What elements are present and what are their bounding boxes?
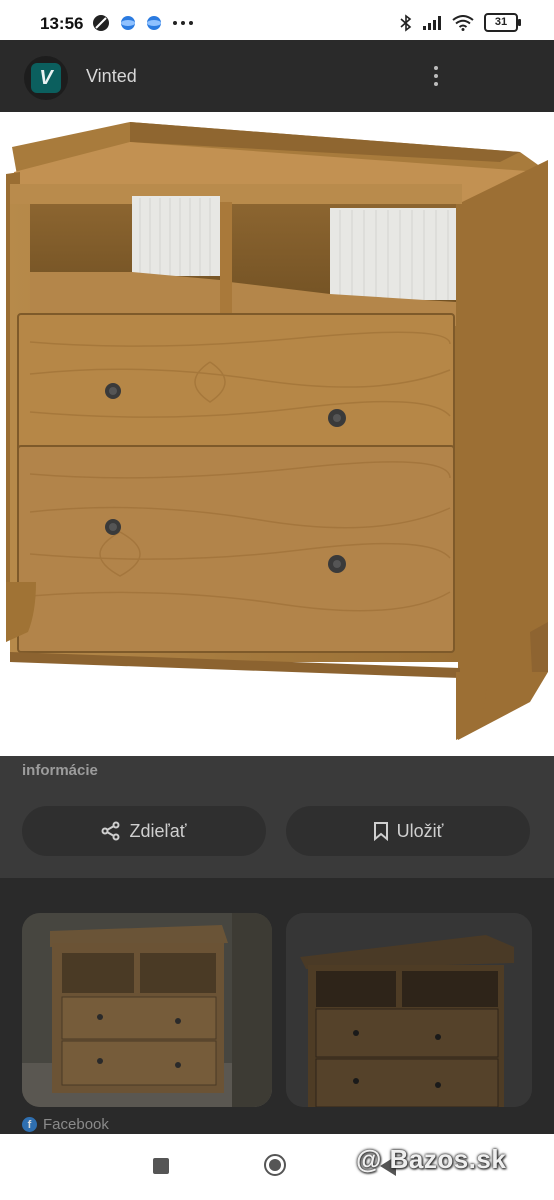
more-notifications-icon [173, 21, 193, 25]
status-notification-icons [92, 14, 194, 32]
watermark-text: Bazos.sk [389, 1144, 507, 1174]
related-image-2 [286, 913, 532, 1107]
related-source-text: Facebook [43, 1116, 109, 1133]
bookmark-icon [373, 822, 388, 841]
vinted-logo-mark: V [31, 63, 61, 93]
app-title[interactable]: Vinted [86, 66, 137, 87]
watermark-at-icon: @ [356, 1144, 382, 1174]
app-header: V Vinted [0, 40, 554, 112]
bazos-watermark: @ Bazos.sk [356, 1144, 506, 1175]
app-notification-icon-2 [147, 16, 161, 30]
home-button[interactable] [264, 1154, 286, 1176]
facebook-icon: f [22, 1117, 37, 1132]
save-button[interactable]: Uložiť [286, 806, 530, 856]
recents-button[interactable] [153, 1158, 169, 1174]
signal-icon [423, 15, 441, 30]
share-button[interactable]: Zdieľať [22, 806, 266, 856]
related-image-1 [22, 913, 272, 1107]
related-image-thumbnail[interactable] [22, 913, 272, 1107]
bluetooth-icon [400, 13, 412, 32]
image-viewer[interactable] [0, 112, 554, 756]
do-not-disturb-icon [93, 15, 109, 31]
more-options-icon[interactable] [426, 62, 446, 92]
vinted-logo: V [24, 56, 68, 100]
info-text: informácie [22, 762, 98, 779]
share-label: Zdieľať [129, 820, 187, 841]
product-image [0, 112, 554, 756]
app-notification-icon [121, 16, 135, 30]
battery-level: 31 [494, 16, 508, 28]
share-icon [101, 821, 120, 841]
related-image-thumbnail-2[interactable] [286, 913, 532, 1107]
related-source-label[interactable]: f Facebook [22, 1116, 109, 1133]
save-label: Uložiť [396, 820, 444, 841]
status-right-icons: 31 [400, 13, 521, 32]
status-bar: 13:56 31 [0, 0, 554, 40]
status-time: 13:56 [40, 14, 84, 33]
wifi-icon [452, 14, 474, 31]
battery-icon: 31 [484, 13, 521, 32]
